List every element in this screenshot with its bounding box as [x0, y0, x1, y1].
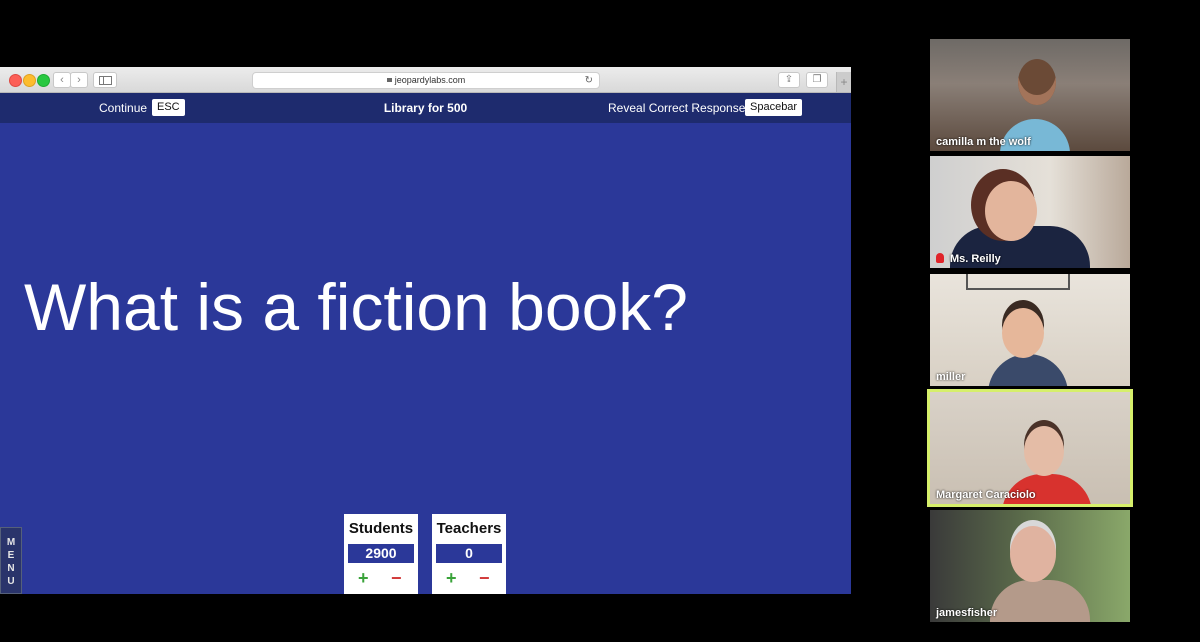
address-bar[interactable]: jeopardylabs.com ↻ [252, 72, 600, 89]
menu-tab[interactable]: MENU [0, 527, 22, 594]
subtract-points-button[interactable]: − [391, 568, 402, 589]
browser-window: ‹ › jeopardylabs.com ↻ ⇪ ❐ + Continue ES… [0, 67, 851, 594]
subtract-points-button[interactable]: − [479, 568, 490, 589]
participant-face [1024, 426, 1064, 476]
menu-label: MENU [6, 537, 16, 587]
score-card-teachers: Teachers 0 + − [432, 514, 506, 594]
participant-face [1018, 59, 1056, 105]
url-text: jeopardylabs.com [394, 75, 466, 85]
participant-name: Ms. Reilly [950, 253, 1001, 265]
new-tab-button[interactable]: + [836, 72, 851, 92]
participant-video [988, 354, 1068, 386]
wall-decor [940, 400, 1050, 414]
participant-name-wrapper: Ms. Reilly [936, 252, 1001, 265]
video-tile[interactable]: camilla m the wolf [930, 39, 1130, 151]
close-window-button[interactable] [9, 74, 22, 87]
share-icon[interactable]: ⇪ [778, 72, 800, 88]
wall-frame [966, 274, 1070, 290]
participant-face [1002, 308, 1044, 358]
back-button[interactable]: ‹ [53, 72, 71, 88]
participant-name: Margaret Caraciolo [936, 489, 1036, 501]
tabs-overview-icon[interactable]: ❐ [806, 72, 828, 88]
participant-name: miller [936, 371, 966, 383]
team-score: 2900 [348, 544, 414, 563]
participant-face [1010, 526, 1056, 582]
video-tile[interactable]: miller [930, 274, 1130, 386]
lock-icon [386, 78, 392, 82]
add-points-button[interactable]: + [358, 568, 369, 589]
reveal-spacebar-button[interactable]: Spacebar [745, 99, 803, 116]
team-name: Students [348, 520, 414, 537]
video-tile[interactable]: Ms. Reilly [930, 156, 1130, 268]
sidebar-toggle-icon[interactable] [93, 72, 117, 88]
video-tile[interactable]: jamesfisher [930, 510, 1130, 622]
muted-mic-icon [936, 253, 944, 263]
participant-video [990, 580, 1090, 622]
video-tile-active-speaker[interactable]: Margaret Caraciolo [927, 389, 1133, 507]
clue-header-bar: Continue ESC Library for 500 Reveal Corr… [0, 93, 851, 123]
participant-name: camilla m the wolf [936, 136, 1031, 148]
team-score: 0 [436, 544, 502, 563]
add-points-button[interactable]: + [446, 568, 457, 589]
team-name: Teachers [436, 520, 502, 537]
browser-toolbar: ‹ › jeopardylabs.com ↻ ⇪ ❐ + [0, 67, 851, 93]
participant-name: jamesfisher [936, 607, 998, 619]
minimize-window-button[interactable] [23, 74, 36, 87]
reveal-response-label: Reveal Correct Response [608, 101, 746, 115]
reload-icon[interactable]: ↻ [585, 73, 593, 88]
participant-face [985, 181, 1037, 241]
forward-button[interactable]: › [70, 72, 88, 88]
zoom-window-button[interactable] [37, 74, 50, 87]
correct-response-text: What is a fiction book? [24, 270, 688, 344]
score-card-students: Students 2900 + − [344, 514, 418, 594]
